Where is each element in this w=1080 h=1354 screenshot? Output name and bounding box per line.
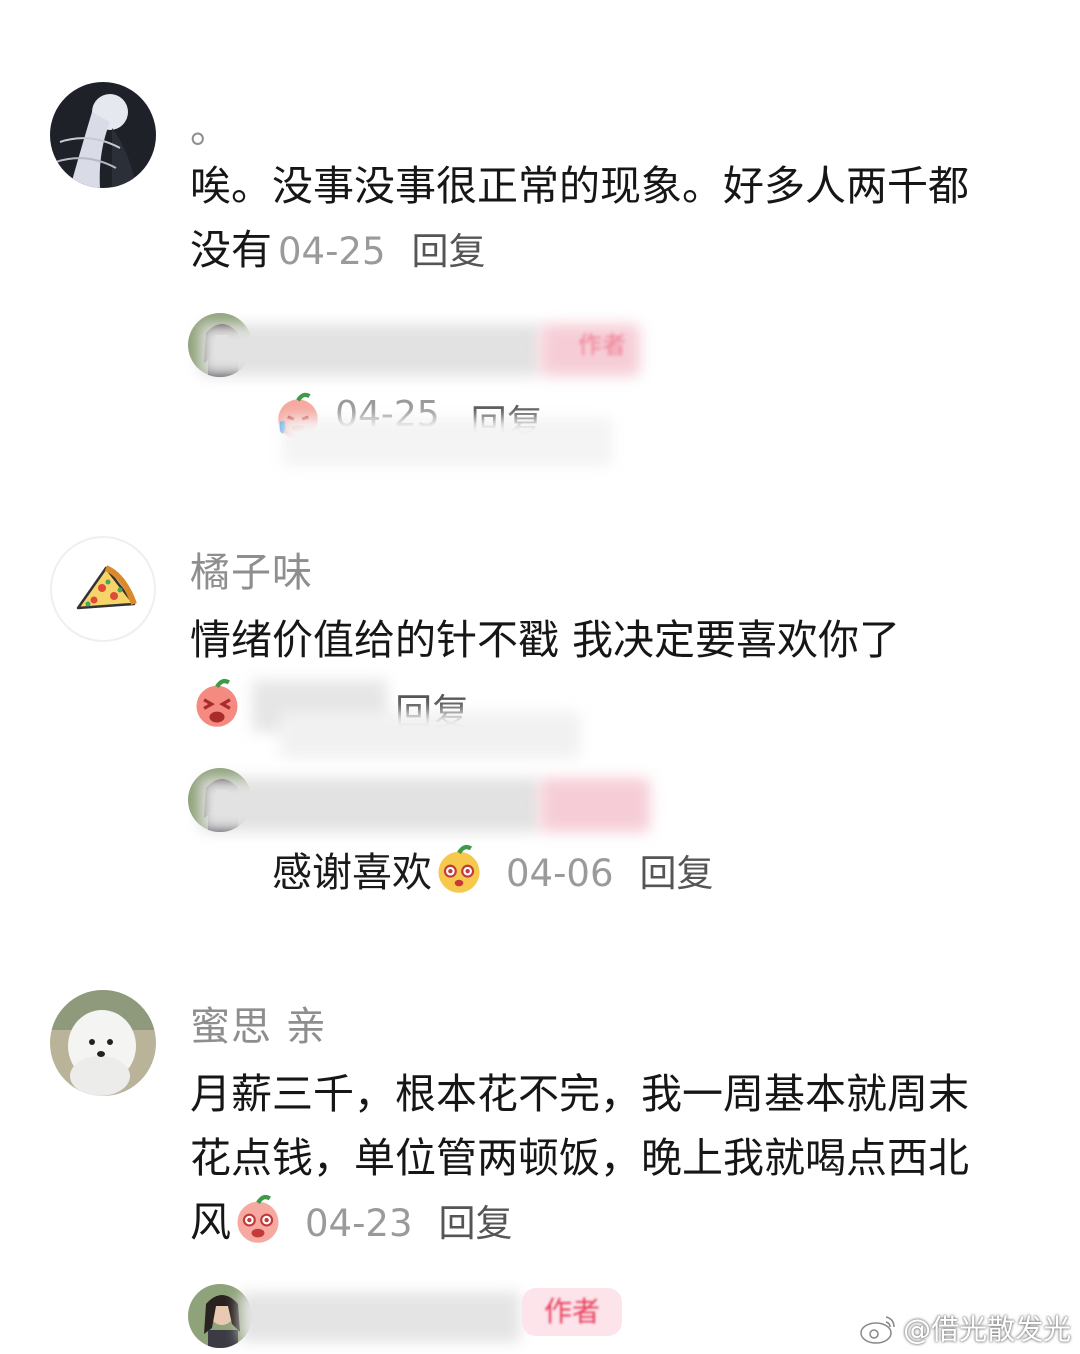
pizza-avatar-icon [76,565,137,610]
white-dog-avatar-icon [50,990,156,1096]
comment-text: 月薪三千，根本花不完，我一周基本就周末花点钱，单位管两顿饭，晚上我就喝点西北风 … [190,1062,990,1256]
laughing-peach-sticker-icon [196,678,238,727]
laughing-peach-sticker-icon [237,1194,279,1243]
blur-mask [280,712,580,758]
author-badge-label: 作者 [543,1295,600,1328]
author-badge: 作者 [578,331,626,359]
reply-button[interactable]: 回复 [412,230,486,273]
comment-body: 情绪价值给的针不戳 我决定要喜欢你了 [190,616,901,664]
author-badge-blurred [540,778,650,832]
reply-button[interactable]: 回复 [640,852,714,895]
comment-username[interactable]: 蜜思 亲 [190,994,327,1052]
comment-date: 04-23 [305,1202,413,1245]
reply-body: 感谢喜欢 [272,850,432,896]
avatar[interactable] [50,82,156,188]
author-badge: 作者 [522,1288,622,1336]
blur-mask [282,418,612,466]
peach-face-sticker-icon [438,844,480,893]
reply-username-blurred [200,324,540,376]
anime-girl-avatar-icon [50,82,156,188]
watermark-text: @借光散发光 [903,1313,1072,1346]
reply-username-blurred [200,778,540,832]
comment-date: 04-25 [278,230,386,273]
reply-username-blurred [240,1292,520,1342]
comment-text: 唉。没事没事很正常的现象。好多人两千都没有 04-25 回复 [190,154,990,284]
avatar[interactable] [50,990,156,1096]
avatar[interactable] [50,536,156,642]
reply-content: 感谢喜欢 04-06 回复 [272,842,714,904]
weibo-logo-icon [860,1316,895,1344]
reply-button[interactable]: 回复 [439,1202,513,1245]
comment-username[interactable]: 橘子味 [190,540,313,598]
comment-username[interactable]: 。 [190,96,231,154]
reply-date: 04-06 [506,852,614,895]
watermark: @借光散发光 [858,1308,1071,1348]
